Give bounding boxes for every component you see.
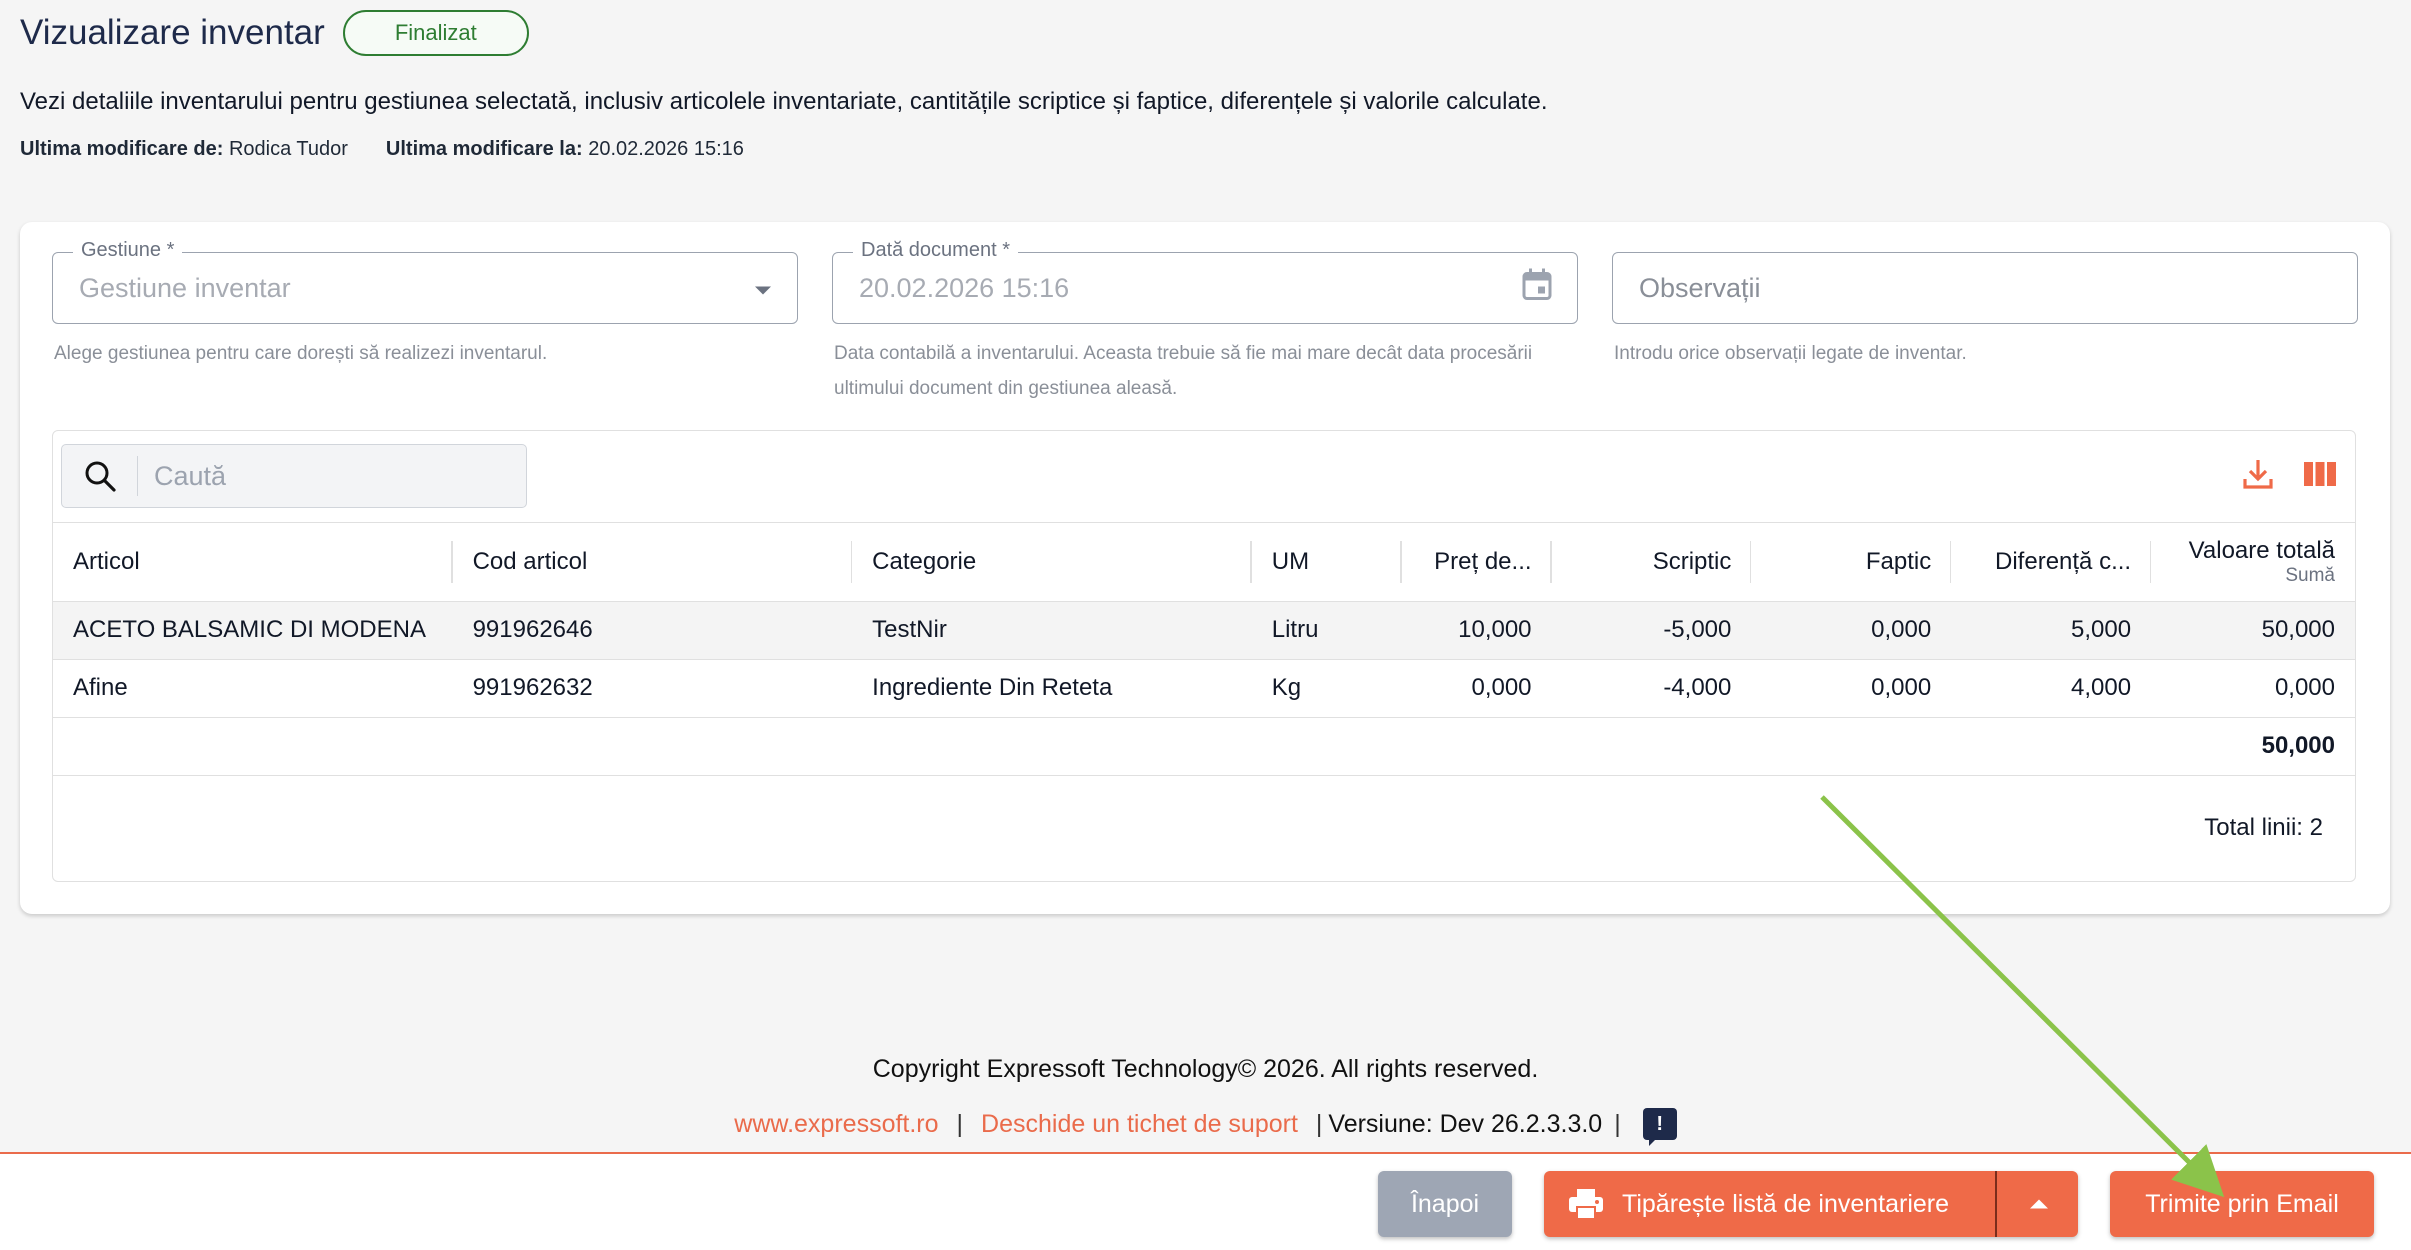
gestiune-value: Gestiune inventar (79, 272, 291, 303)
version-text: Versiune: Dev 26.2.3.3.0 (1328, 1109, 1603, 1138)
column-header-valoare-totala[interactable]: Valoare totală Sumă (2151, 523, 2355, 601)
column-header-diferenta[interactable]: Diferență c... (1951, 523, 2152, 601)
table-header-row: Articol Cod articol Categorie UM Preț de… (53, 523, 2355, 601)
gestiune-label: Gestiune * (73, 239, 183, 262)
divider: | (1614, 1109, 1621, 1138)
status-badge: Finalizat (342, 10, 529, 56)
caret-up-icon[interactable] (2030, 1199, 2048, 1209)
copyright-text: Copyright Expressoft Technology© 2026. A… (872, 1055, 1539, 1083)
print-inventory-list-button[interactable]: Tipărește listă de inventariere (1544, 1171, 2078, 1237)
split-divider (1995, 1171, 1997, 1237)
gestiune-field: Gestiune * Gestiune inventar Alege gesti… (52, 239, 798, 371)
divider: | (956, 1109, 964, 1138)
grid-toolbar-actions (2241, 457, 2337, 496)
printer-icon (1568, 1188, 1604, 1220)
inventory-table: Articol Cod articol Categorie UM Preț de… (53, 523, 2355, 776)
divider: | (1315, 1109, 1323, 1138)
support-ticket-link[interactable]: Deschide un tichet de suport (981, 1110, 1298, 1139)
column-header-articol[interactable]: Articol (53, 523, 453, 601)
modified-by: Ultima modificare de: Rodica Tudor (20, 138, 348, 160)
modification-info: Ultima modificare de: Rodica Tudor Ultim… (20, 138, 2380, 161)
grid-toolbar: Caută (53, 431, 2355, 523)
table-row[interactable]: ACETO BALSAMIC DI MODENA 991962646 TestN… (53, 601, 2355, 659)
column-header-cod-articol[interactable]: Cod articol (453, 523, 853, 601)
column-header-faptic[interactable]: Faptic (1751, 523, 1952, 601)
gestiune-helper: Alege gestiunea pentru care dorești să r… (54, 343, 548, 364)
total-lines: Total linii: 2 (2204, 813, 2323, 841)
observatii-placeholder: Observații (1639, 272, 1761, 303)
data-document-input[interactable]: Dată document * 20.02.2026 15:16 (832, 239, 1578, 324)
data-document-helper: Data contabilă a inventarului. Aceasta t… (834, 343, 1533, 399)
data-document-field: Dată document * 20.02.2026 15:16 Data co… (832, 239, 1578, 406)
data-document-label: Dată document * (853, 239, 1018, 262)
send-email-button[interactable]: Trimite prin Email (2110, 1171, 2374, 1237)
feedback-icon[interactable]: ! (1642, 1108, 1677, 1146)
grid-footer: Total linii: 2 (53, 776, 2355, 880)
data-document-value: 20.02.2026 15:16 (859, 272, 1070, 303)
action-bar: Înapoi Tipărește listă de inventariere T… (0, 1152, 2411, 1250)
search-icon (62, 456, 138, 496)
columns-icon[interactable] (2303, 457, 2337, 496)
footer-links: www.expressoft.ro | Deschide un tichet d… (0, 1108, 2411, 1146)
column-header-um[interactable]: UM (1252, 523, 1402, 601)
table-row[interactable]: Afine 991962632 Ingrediente Din Reteta K… (53, 659, 2355, 717)
column-header-categorie[interactable]: Categorie (852, 523, 1252, 601)
observatii-input[interactable]: Observații (1612, 252, 2358, 324)
search-box[interactable]: Caută (61, 444, 527, 508)
inventory-grid: Caută Articol Cod articol Categorie UM P… (52, 430, 2356, 882)
search-input[interactable]: Caută (154, 461, 226, 492)
observatii-field: Observații Introdu orice observații lega… (1612, 252, 2358, 371)
modified-at: Ultima modificare la: 20.02.2026 15:16 (385, 138, 744, 160)
column-header-pret[interactable]: Preț de... (1402, 523, 1552, 601)
page-description: Vezi detaliile inventarului pentru gesti… (20, 88, 1548, 115)
back-button[interactable]: Înapoi (1378, 1171, 1512, 1237)
total-value: 50,000 (2261, 732, 2335, 759)
calendar-icon[interactable] (1521, 268, 1553, 309)
table-total-row: 50,000 (53, 717, 2355, 775)
chevron-down-icon (753, 273, 773, 304)
page-header: Vizualizare inventar Finalizat Vezi deta… (20, 8, 2380, 161)
gestiune-select[interactable]: Gestiune * Gestiune inventar (52, 239, 798, 324)
observatii-helper: Introdu orice observații legate de inven… (1614, 343, 1967, 364)
website-link[interactable]: www.expressoft.ro (734, 1110, 938, 1139)
page-title: Vizualizare inventar (20, 13, 325, 52)
inventory-card: Gestiune * Gestiune inventar Alege gesti… (20, 222, 2390, 914)
print-button-label: Tipărește listă de inventariere (1622, 1189, 1950, 1218)
column-header-scriptic[interactable]: Scriptic (1552, 523, 1752, 601)
download-icon[interactable] (2241, 457, 2275, 496)
